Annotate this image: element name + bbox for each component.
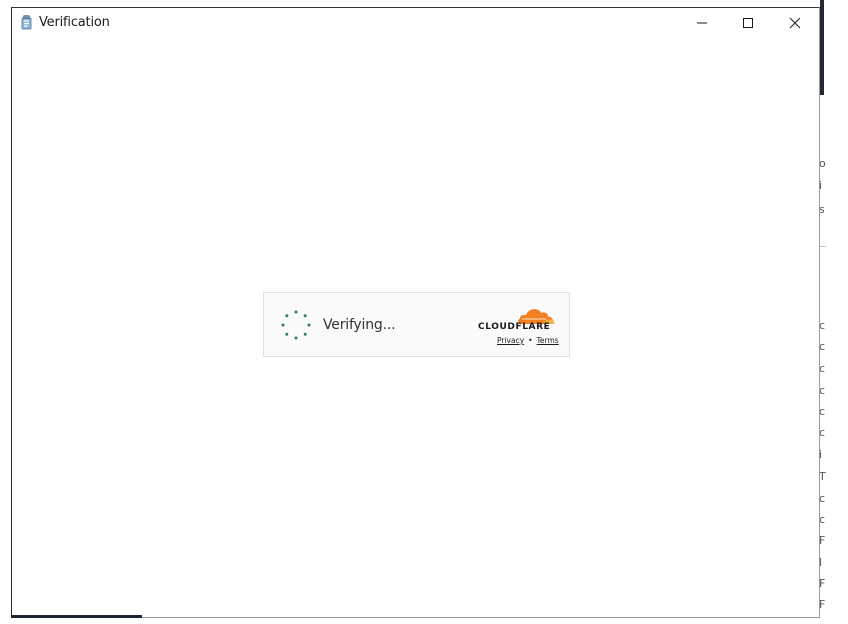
spinner-icon (280, 309, 312, 341)
background-glyph: o (819, 157, 826, 170)
window-bottom-accent (11, 615, 142, 618)
minimize-button[interactable] (679, 8, 725, 38)
window-title: Verification (39, 15, 110, 30)
background-window-edge: o i s c c c c c c i T c c F l F F (818, 0, 848, 624)
title-bar[interactable]: Verification (12, 8, 819, 38)
close-button[interactable] (772, 8, 818, 38)
maximize-icon (742, 17, 754, 29)
privacy-link[interactable]: Privacy (497, 336, 524, 345)
cloudflare-wordmark: CLOUDFLARE (478, 322, 551, 332)
turnstile-widget: Verifying... CLOUDFLARE Privacy • Terms (263, 292, 570, 357)
cloudflare-links: Privacy • Terms (497, 336, 559, 345)
terms-link[interactable]: Terms (537, 336, 559, 345)
verifying-status: Verifying... (323, 317, 396, 333)
background-glyph: T (819, 470, 826, 483)
minimize-icon (696, 17, 708, 29)
close-icon (789, 17, 801, 29)
app-icon (19, 14, 35, 30)
background-separator (820, 246, 826, 247)
background-window-dark-edge (820, 0, 824, 95)
verification-window: Verification Verifying... CLOUDFLARE Pri… (11, 7, 820, 618)
maximize-button[interactable] (725, 8, 771, 38)
links-separator: • (528, 336, 533, 345)
